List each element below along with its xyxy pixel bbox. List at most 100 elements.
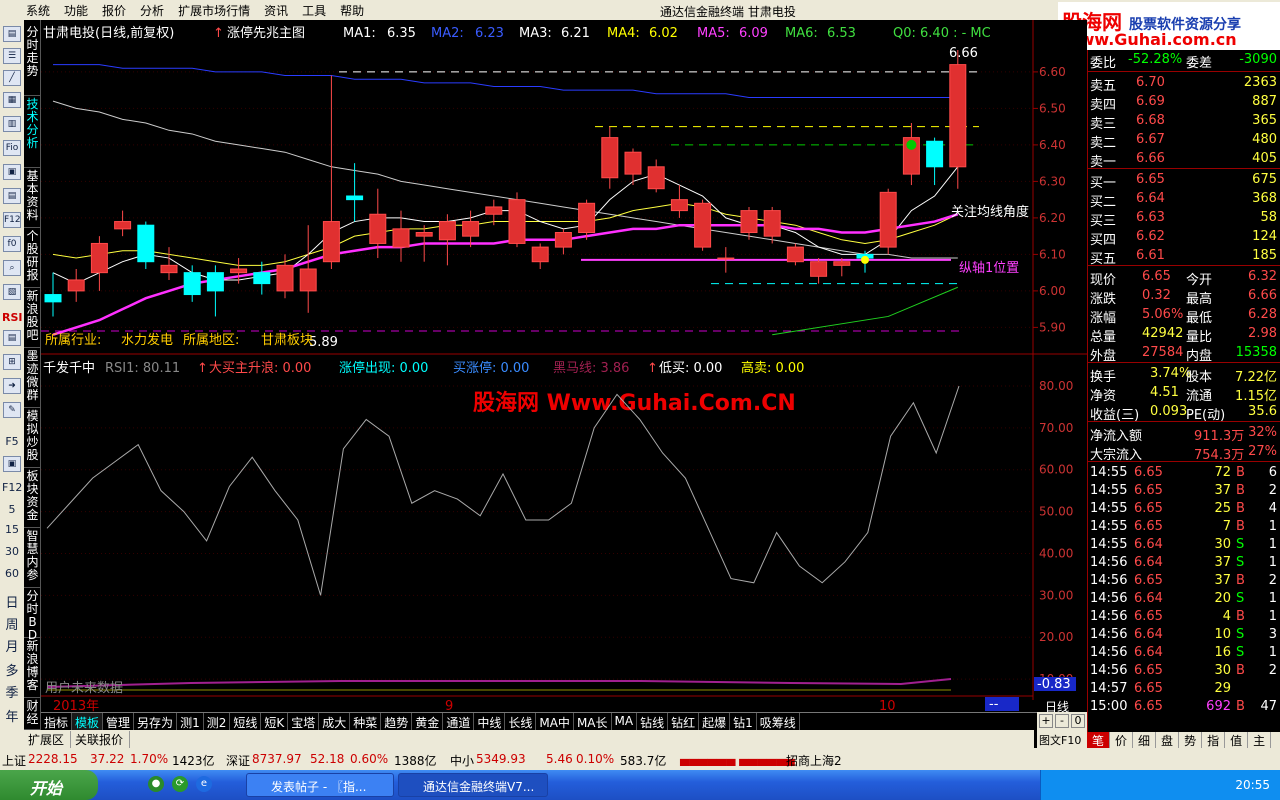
tb-icon-3[interactable]: ╱	[3, 70, 21, 86]
candle-body[interactable]	[833, 261, 851, 266]
vtab-basic[interactable]: 基本资料	[24, 170, 41, 228]
menu-system[interactable]: 系统	[0, 2, 64, 19]
quote-tab[interactable]: 主	[1248, 732, 1272, 748]
f12-icon[interactable]: F12	[3, 212, 21, 228]
indicator-tab[interactable]: 钻红	[668, 713, 700, 730]
indicator-tab[interactable]: 管理	[103, 713, 135, 730]
candle-body[interactable]	[44, 294, 62, 303]
indicator-tab[interactable]: 短K	[261, 713, 289, 730]
candle-body[interactable]	[786, 246, 804, 263]
tb-icon-4[interactable]: ▦	[3, 92, 21, 108]
menu-function[interactable]: 功能	[64, 2, 102, 19]
stat-row[interactable]: 现价 6.65 今开 6.32	[1088, 268, 1280, 288]
tick-row[interactable]: 14:56 6.64 10 S 3	[1088, 626, 1280, 645]
buy-row[interactable]: 买五 6.61 185	[1088, 247, 1280, 267]
indicator-tab[interactable]: 起爆	[699, 713, 731, 730]
indicator-tab[interactable]: 种菜	[350, 713, 382, 730]
tick-row[interactable]: 14:57 6.65 29	[1088, 680, 1280, 699]
candle-body[interactable]	[230, 268, 248, 274]
candle-body[interactable]	[114, 221, 132, 230]
stat-row[interactable]: 涨幅 5.06% 最低 6.28	[1088, 306, 1280, 326]
sell-row[interactable]: 卖一 6.66 405	[1088, 150, 1280, 170]
ie-icon[interactable]: e	[196, 776, 212, 792]
buy-row[interactable]: 买二 6.64 368	[1088, 190, 1280, 210]
sell-row[interactable]: 卖五 6.70 2363	[1088, 74, 1280, 94]
ext-tab-area[interactable]: 扩展区	[24, 730, 72, 748]
period-5min[interactable]: 5	[2, 504, 22, 516]
candle-body[interactable]	[392, 228, 410, 248]
reset-button[interactable]: 0	[1071, 714, 1085, 728]
ext-tab-related[interactable]: 关联报价	[71, 730, 131, 748]
candle-body[interactable]	[67, 279, 85, 292]
sell-row[interactable]: 卖二 6.67 480	[1088, 131, 1280, 151]
indicator-tab[interactable]: 吸筹线	[757, 713, 800, 730]
flow-row[interactable]: 大宗流入 754.3万 27%	[1088, 443, 1280, 463]
period-30min[interactable]: 30	[2, 546, 22, 558]
quote-tab[interactable]: 细	[1133, 732, 1157, 748]
quote-tab[interactable]: 盘	[1156, 732, 1180, 748]
vtab-insight[interactable]: 智慧内参	[24, 530, 41, 588]
indicator-name[interactable]: 涨停先兆主图	[227, 25, 305, 41]
vtab-report[interactable]: 个股研报	[24, 230, 41, 288]
candle-body[interactable]	[253, 272, 271, 285]
search-icon[interactable]: ⌕	[3, 260, 21, 276]
desktop-icon[interactable]: ●	[148, 776, 164, 792]
vtab-tech[interactable]: 技术分析	[24, 98, 41, 168]
sell-row[interactable]: 卖三 6.68 365	[1088, 112, 1280, 132]
menu-help[interactable]: 帮助	[340, 2, 378, 19]
indicator-tab[interactable]: MA长	[574, 713, 612, 730]
candle-body[interactable]	[276, 264, 294, 292]
period-year[interactable]: 年	[2, 711, 22, 724]
kline-chart[interactable]: 甘肃电投(日线,前复权) ↑ 涨停先兆主图 MA1: 6.35 MA2: 6.2…	[41, 20, 1087, 712]
tick-row[interactable]: 14:55 6.65 25 B 4	[1088, 500, 1280, 519]
period-quarter[interactable]: 季	[2, 687, 22, 700]
tick-row[interactable]: 14:55 6.65 7 B 1	[1088, 518, 1280, 537]
candle-body[interactable]	[183, 272, 201, 296]
fin-row[interactable]: 换手 3.74% 股本 7.22亿	[1088, 365, 1280, 385]
menu-ext-market[interactable]: 扩展市场行情	[178, 2, 264, 19]
period-15min[interactable]: 15	[2, 524, 22, 536]
f10-button[interactable]: 图文F10	[1039, 732, 1081, 748]
candle-body[interactable]	[740, 210, 758, 234]
tick-row[interactable]: 14:56 6.64 16 S 1	[1088, 644, 1280, 663]
indicator-tab[interactable]: 黄金	[412, 713, 444, 730]
broker-name[interactable]: 招商上海2	[786, 752, 842, 769]
candle-body[interactable]	[322, 221, 340, 263]
candle-body[interactable]	[485, 206, 503, 215]
menu-news[interactable]: 资讯	[264, 2, 302, 19]
tick-row[interactable]: 14:56 6.64 37 S 1	[1088, 554, 1280, 573]
stat-row[interactable]: 总量 42942 量比 2.98	[1088, 325, 1280, 345]
period-month[interactable]: 月	[2, 641, 22, 654]
fio-icon[interactable]: Fio	[3, 140, 21, 156]
period-f5[interactable]: F5	[2, 436, 22, 448]
task-post[interactable]: 发表帖子 - 〖指...	[246, 773, 394, 797]
indicator-tab[interactable]: MA中	[536, 713, 574, 730]
candle-body[interactable]	[531, 246, 549, 263]
candle-body[interactable]	[508, 199, 526, 244]
quote-tab[interactable]: 价	[1110, 732, 1134, 748]
tick-row[interactable]: 14:56 6.65 30 B 2	[1088, 662, 1280, 681]
quote-tab[interactable]: 值	[1225, 732, 1249, 748]
indicator-tab[interactable]: 钻1	[730, 713, 757, 730]
tb-icon-12[interactable]: ▤	[3, 330, 21, 346]
menu-quote[interactable]: 报价	[102, 2, 140, 19]
indicator-tab[interactable]: 通道	[443, 713, 475, 730]
quote-tab[interactable]: 笔	[1087, 732, 1111, 748]
tick-row[interactable]: 14:55 6.65 72 B 6	[1088, 464, 1280, 483]
indicator-tab[interactable]: 短线	[230, 713, 262, 730]
indicator-tab[interactable]: 测2	[204, 713, 231, 730]
stat-row[interactable]: 外盘 27584 内盘 15358	[1088, 344, 1280, 364]
tick-row[interactable]: 15:00 6.65 692 B 47	[1088, 698, 1280, 717]
indicator-tab[interactable]: 另存为	[134, 713, 178, 730]
candle-body[interactable]	[462, 221, 480, 237]
tb-icon-14[interactable]: ➜	[3, 378, 21, 394]
period-multi[interactable]: 多	[2, 665, 22, 678]
candle-body[interactable]	[554, 232, 572, 248]
candle-body[interactable]	[810, 261, 828, 277]
stat-row[interactable]: 涨跌 0.32 最高 6.66	[1088, 287, 1280, 307]
tb-icon-7[interactable]: ▣	[3, 164, 21, 180]
tb-icon-1[interactable]: ▤	[3, 26, 21, 42]
candle-body[interactable]	[415, 232, 433, 237]
zoom-out-button[interactable]: -	[1055, 714, 1069, 728]
vtab-fund[interactable]: 板块资金	[24, 470, 41, 528]
